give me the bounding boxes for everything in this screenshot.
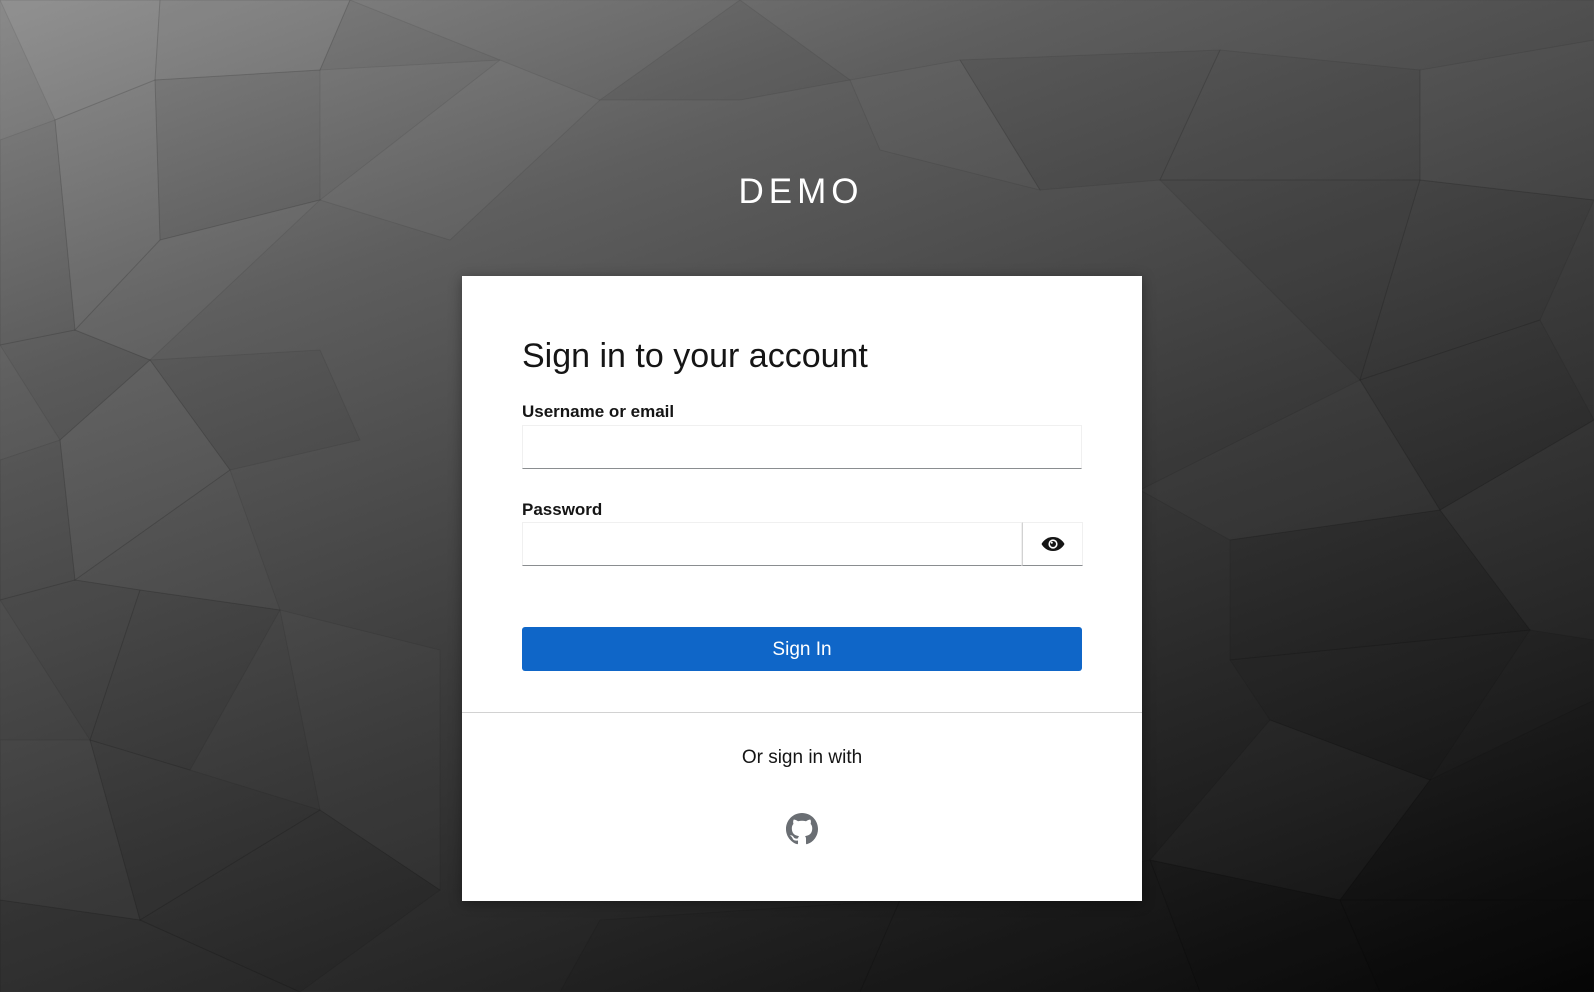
username-field[interactable] xyxy=(522,425,1082,469)
sign-in-button[interactable]: Sign In xyxy=(522,627,1082,671)
page-title: Sign in to your account xyxy=(522,337,868,375)
username-label: Username or email xyxy=(522,402,675,421)
show-password-button[interactable] xyxy=(1022,522,1083,566)
eye-icon xyxy=(1041,537,1064,551)
realm-title: DEMO xyxy=(738,172,864,211)
password-field[interactable] xyxy=(522,522,1022,566)
login-card: Sign in to your account Username or emai… xyxy=(462,276,1142,901)
password-label: Password xyxy=(522,500,603,519)
github-icon xyxy=(786,813,818,845)
social-login-intro: Or sign in with xyxy=(741,747,863,768)
divider xyxy=(462,712,1142,713)
github-login-link[interactable] xyxy=(786,813,818,845)
